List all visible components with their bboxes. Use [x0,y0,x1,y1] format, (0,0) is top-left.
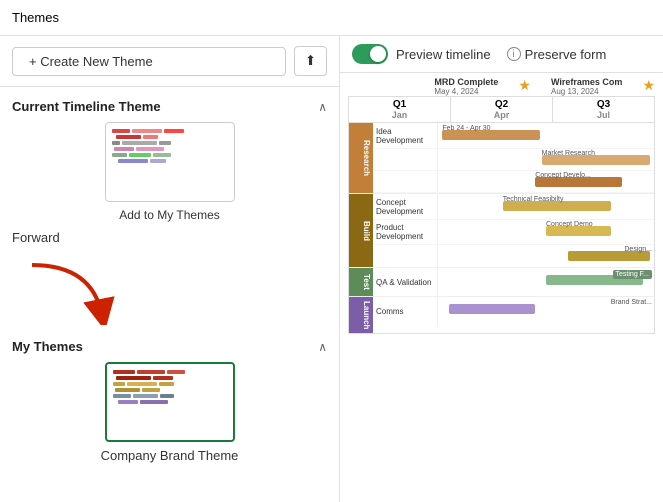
upload-theme-button[interactable]: ⬆ [294,46,327,76]
add-to-my-themes-label: Add to My Themes [119,208,220,222]
right-panel: Preview timeline i Preserve form MRD Com… [340,36,663,502]
top-bar: Themes [0,0,663,36]
milestone-2: Wireframes Com Aug 13, 2024 [551,77,622,96]
quarter-3: Q3Jul [553,97,654,122]
upload-icon: ⬆ [305,53,316,69]
forward-theme-name: Forward [12,230,327,245]
my-themes-section-title: My Themes [12,339,83,354]
test-phase-row: Test QA & Validation Testing F... [349,268,654,297]
preserve-label: Preserve form [525,47,607,62]
add-to-my-themes-preview [105,122,235,202]
left-panel: + Create New Theme ⬆ Current Timeline Th… [0,36,340,502]
add-to-my-themes-card[interactable]: Add to My Themes [12,122,327,222]
drag-arrow-icon [12,260,132,325]
my-themes-chevron[interactable]: ∧ [318,340,327,354]
milestone-star-2: ★ [642,77,655,96]
company-brand-theme-card[interactable]: Company Brand Theme [12,362,327,463]
milestone-1: MRD Complete May 4, 2024 [434,77,498,96]
build-phase-row: Build ConceptDevelopment Technical Feasi… [349,194,654,268]
current-theme-section-title: Current Timeline Theme [12,99,161,114]
current-theme-chevron[interactable]: ∧ [318,100,327,114]
info-icon: i [507,47,521,61]
company-brand-theme-name: Company Brand Theme [101,448,239,463]
milestone-star-1: ★ [518,77,531,96]
quarter-2: Q2Apr [451,97,553,122]
research-phase-row: Research IdeaDevelopment Feb 24 - Apr 30 [349,123,654,194]
create-new-theme-button[interactable]: + Create New Theme [12,47,286,76]
company-brand-preview [105,362,235,442]
launch-phase-row: Launch Comms Brand Strat... [349,297,654,333]
top-bar-title: Themes [12,10,59,25]
preview-toggle[interactable] [352,44,388,64]
preview-toggle-label: Preview timeline [396,47,491,62]
timeline-area: MRD Complete May 4, 2024 ★ Wireframes Co… [340,73,663,502]
quarter-1: Q1Jan [349,97,451,122]
